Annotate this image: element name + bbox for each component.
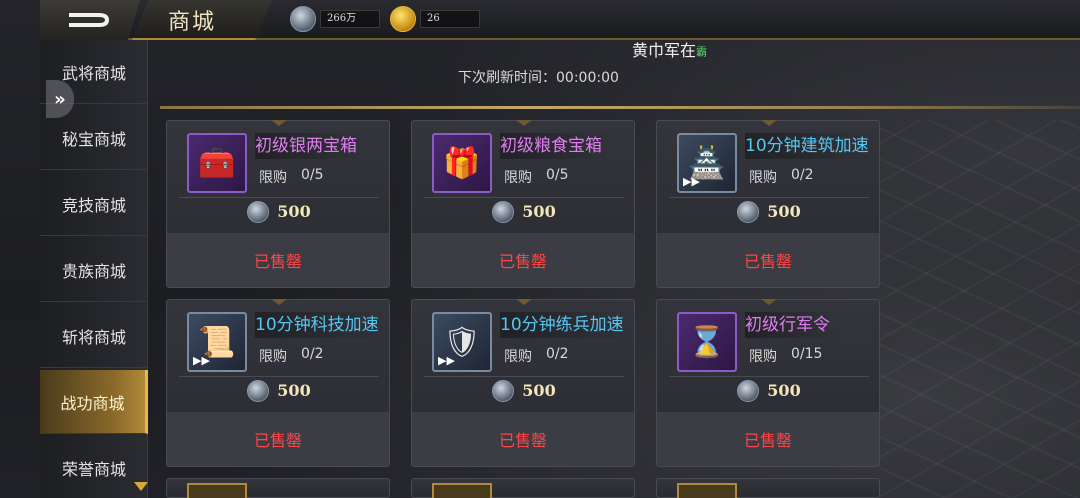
price-row: 500 (179, 376, 379, 404)
scroll-down-icon[interactable] (134, 482, 148, 491)
merit-coin-icon (492, 379, 515, 402)
announcement-marquee: 黄巾军在霸 (632, 37, 707, 61)
limit-label: 限购 (259, 170, 287, 186)
shop-card[interactable]: 🎁 初级粮食宝箱 限购 0/5 500 已售罄 (411, 120, 635, 288)
limit-value: 0/15 (791, 346, 823, 362)
merit-coin-icon (247, 200, 270, 223)
merit-coin-icon (492, 200, 515, 223)
refresh-label: 下次刷新时间： (458, 70, 556, 86)
shop-card[interactable]: 🧰 初级银两宝箱 限购 0/5 500 已售罄 (166, 120, 390, 288)
tech-speedup-icon: 📜 ▶▶ (187, 312, 247, 372)
item-name: 10分钟建筑加速 (745, 133, 877, 159)
price-row: 500 (179, 197, 379, 225)
silver-chest-icon: 🧰 (187, 133, 247, 193)
item-price: 500 (277, 202, 311, 221)
limit-value: 0/2 (791, 167, 814, 183)
sidebar-item-merit-shop[interactable]: 战功商城 (40, 370, 148, 434)
page-title: 商城 (168, 10, 217, 35)
city-wall-pattern (880, 120, 1080, 498)
limit-value: 0/5 (546, 167, 569, 183)
silver-amount: 266万 (320, 10, 380, 28)
back-button[interactable] (40, 0, 140, 40)
silver-coin-icon (290, 6, 316, 32)
sold-out-button[interactable]: 已售罄 (167, 233, 389, 287)
merit-coin-icon (737, 379, 760, 402)
limit-label: 限购 (749, 349, 777, 365)
price-row: 500 (669, 197, 869, 225)
sold-out-button[interactable]: 已售罄 (167, 412, 389, 466)
limit-label: 限购 (504, 349, 532, 365)
item-name: 10分钟科技加速 (255, 312, 387, 338)
faction-flag-icon: 霸 (696, 45, 708, 59)
item-price: 500 (277, 381, 311, 400)
sold-out-button[interactable]: 已售罄 (657, 412, 879, 466)
sold-out-button[interactable]: 已售罄 (412, 233, 634, 287)
sold-out-button[interactable]: 已售罄 (412, 412, 634, 466)
price-row: 500 (424, 376, 624, 404)
shop-card[interactable]: 🛡 ▶▶ 10分钟练兵加速 限购 0/2 500 已售罄 (411, 299, 635, 467)
food-chest-icon: 🎁 (432, 133, 492, 193)
march-order-icon: ⌛ (677, 312, 737, 372)
merit-coin-icon (247, 379, 270, 402)
sidebar-item-slay-shop[interactable]: 斩将商城 (40, 304, 148, 368)
shop-card-partial[interactable] (656, 478, 880, 498)
item-name: 初级粮食宝箱 (500, 133, 610, 159)
limit-value: 0/2 (301, 346, 324, 362)
item-price: 500 (767, 381, 801, 400)
shop-card[interactable]: 🏯 ▶▶ 10分钟建筑加速 限购 0/2 500 已售罄 (656, 120, 880, 288)
training-speedup-icon: 🛡 ▶▶ (432, 312, 492, 372)
item-price: 500 (767, 202, 801, 221)
refresh-timer: 下次刷新时间：00:00:00 (458, 67, 619, 87)
building-speedup-icon: 🏯 ▶▶ (677, 133, 737, 193)
sidebar-item-noble-shop[interactable]: 贵族商城 (40, 238, 148, 302)
refresh-time: 00:00:00 (556, 70, 619, 86)
item-price: 500 (522, 202, 556, 221)
item-name: 初级行军令 (745, 312, 838, 338)
price-row: 500 (424, 197, 624, 225)
item-name: 10分钟练兵加速 (500, 312, 632, 338)
header-divider (160, 106, 1080, 109)
shop-card-partial[interactable] (411, 478, 635, 498)
limit-label: 限购 (504, 170, 532, 186)
marquee-text: 黄巾军在 (632, 41, 697, 60)
gold-resource: 26 (390, 6, 480, 32)
shop-card[interactable]: ⌛ 初级行军令 限购 0/15 500 已售罄 (656, 299, 880, 467)
sold-out-button[interactable]: 已售罄 (657, 233, 879, 287)
back-arrow-icon (69, 13, 110, 27)
merit-coin-icon (737, 200, 760, 223)
price-row: 500 (669, 376, 869, 404)
limit-label: 限购 (749, 170, 777, 186)
item-price: 500 (522, 381, 556, 400)
sidebar-item-arena-shop[interactable]: 竞技商城 (40, 172, 148, 236)
limit-value: 0/5 (301, 167, 324, 183)
shop-card-partial[interactable] (166, 478, 390, 498)
sidebar-item-honor-shop[interactable]: 荣誉商城 (40, 436, 148, 498)
limit-value: 0/2 (546, 346, 569, 362)
limit-label: 限购 (259, 349, 287, 365)
gold-amount: 26 (420, 10, 480, 28)
gold-coin-icon (390, 6, 416, 32)
silver-resource: 266万 (290, 6, 380, 32)
item-name: 初级银两宝箱 (255, 133, 365, 159)
shop-card[interactable]: 📜 ▶▶ 10分钟科技加速 限购 0/2 500 已售罄 (166, 299, 390, 467)
